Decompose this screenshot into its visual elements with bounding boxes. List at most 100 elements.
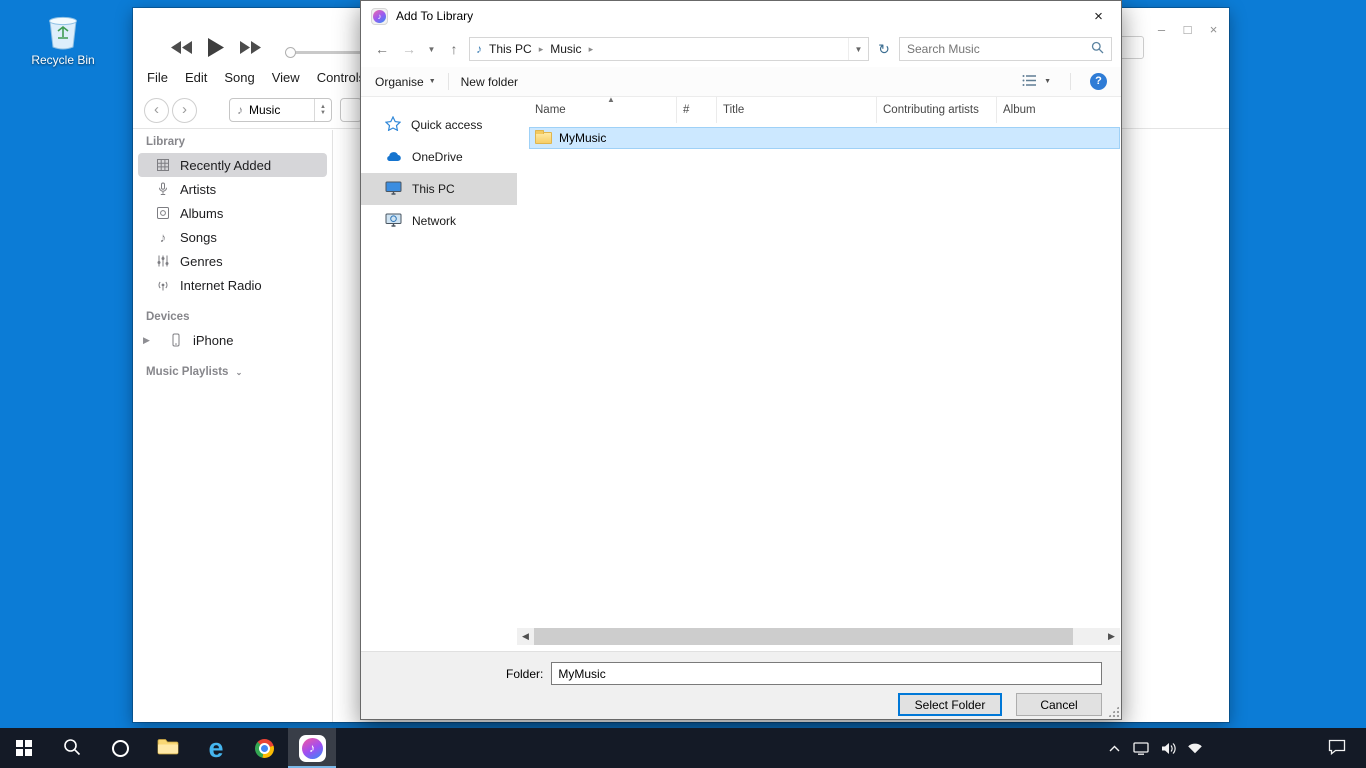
file-name: MyMusic (559, 131, 606, 145)
chevron-down-icon: ⌄ (236, 368, 243, 377)
sidebar-item-label: Internet Radio (180, 278, 262, 293)
select-folder-button[interactable]: Select Folder (898, 693, 1002, 716)
sidebar-item-label: iPhone (193, 333, 233, 348)
search-icon[interactable] (1091, 41, 1104, 57)
file-row-mymusic[interactable]: MyMusic (529, 127, 1120, 149)
menu-edit[interactable]: Edit (185, 70, 207, 85)
forward-button[interactable]: › (172, 98, 197, 123)
scrollbar-track[interactable] (534, 628, 1103, 645)
maximize-icon[interactable]: □ (1180, 22, 1195, 37)
cancel-button[interactable]: Cancel (1016, 693, 1102, 716)
sidebar-item-songs[interactable]: ♪ Songs (138, 225, 327, 249)
media-kind-select[interactable]: ♪ Music ▲▼ (229, 98, 332, 122)
nav-item-network[interactable]: Network (361, 205, 517, 237)
music-playlists-header[interactable]: Music Playlists ⌄ (146, 366, 332, 378)
menu-song[interactable]: Song (224, 70, 254, 85)
previous-button[interactable] (171, 41, 192, 57)
sidebar-item-albums[interactable]: Albums (138, 201, 327, 225)
start-button[interactable] (0, 728, 48, 768)
scrollbar-thumb[interactable] (534, 628, 1073, 645)
sidebar-item-internet-radio[interactable]: Internet Radio (138, 273, 327, 297)
nav-item-label: This PC (412, 182, 455, 196)
cortana-button[interactable] (96, 728, 144, 768)
history-chevron-icon[interactable]: ▼ (424, 45, 439, 54)
address-dropdown-icon[interactable]: ▼ (848, 38, 868, 60)
refresh-icon[interactable]: ↻ (872, 41, 896, 58)
sliders-icon (155, 254, 171, 268)
view-dropdown-icon[interactable]: ▼ (1044, 78, 1051, 85)
address-bar[interactable]: ♪ This PC ▸ Music ▸ ▼ (469, 37, 869, 61)
file-explorer-button[interactable] (144, 728, 192, 768)
breadcrumb-separator-icon[interactable]: ▸ (539, 44, 544, 55)
dialog-command-bar: Organise ▼ New folder ▼ ? (361, 67, 1121, 97)
nav-item-this-pc[interactable]: This PC (361, 173, 517, 205)
breadcrumb-this-pc[interactable]: This PC (489, 42, 532, 56)
sidebar-item-label: Songs (180, 230, 217, 245)
menu-controls[interactable]: Controls (317, 70, 365, 85)
devices-header: Devices (146, 311, 332, 323)
add-to-library-dialog: ♪ Add To Library × ← → ▼ ↑ ♪ This PC ▸ M… (360, 0, 1122, 720)
taskbar-search-button[interactable] (48, 728, 96, 768)
next-button[interactable] (240, 41, 261, 57)
column-contributing-artists[interactable]: Contributing artists (877, 97, 997, 123)
dialog-titlebar[interactable]: ♪ Add To Library × (361, 1, 1121, 31)
action-center-button[interactable] (1328, 728, 1346, 768)
select-spinner-icon[interactable]: ▲▼ (314, 99, 331, 121)
menu-file[interactable]: File (147, 70, 168, 85)
scroll-right-icon[interactable]: ▶ (1103, 628, 1120, 645)
chrome-button[interactable] (240, 728, 288, 768)
itunes-taskbar-button[interactable]: ♪ (288, 728, 336, 768)
column-album[interactable]: Album (997, 97, 1121, 123)
help-icon[interactable]: ? (1090, 73, 1107, 90)
volume-slider[interactable] (287, 51, 363, 54)
back-arrow-icon[interactable]: ← (370, 41, 394, 57)
folder-name-input[interactable] (551, 662, 1102, 685)
close-icon[interactable]: × (1076, 1, 1121, 31)
dialog-body: Quick access OneDrive This PC (361, 97, 1121, 651)
details-view-icon[interactable] (1022, 74, 1037, 90)
library-header: Library (146, 136, 332, 148)
file-explorer-icon (157, 738, 179, 758)
sidebar-item-iphone[interactable]: ▶ iPhone (138, 328, 327, 352)
up-arrow-icon[interactable]: ↑ (442, 41, 466, 57)
wifi-icon[interactable] (1187, 742, 1203, 754)
show-hidden-icons-chevron[interactable] (1106, 745, 1122, 752)
edge-button[interactable]: e (192, 728, 240, 768)
scroll-left-icon[interactable]: ◀ (517, 628, 534, 645)
dialog-footer: Folder: Select Folder Cancel (361, 651, 1121, 719)
volume-knob[interactable] (285, 47, 296, 58)
pc-status-icon[interactable] (1133, 742, 1149, 755)
nav-item-quick-access[interactable]: Quick access (361, 109, 517, 141)
close-icon[interactable]: × (1206, 22, 1221, 37)
separator (448, 73, 449, 90)
back-button[interactable]: ‹ (144, 98, 169, 123)
sidebar-item-label: Albums (180, 206, 223, 221)
system-tray (1106, 728, 1203, 768)
forward-arrow-icon[interactable]: → (397, 41, 421, 57)
new-folder-button[interactable]: New folder (461, 75, 518, 89)
volume-icon[interactable] (1160, 742, 1176, 755)
search-input[interactable] (907, 42, 1091, 56)
music-note-icon: ♪ (155, 230, 171, 245)
disclosure-caret-icon[interactable]: ▶ (143, 335, 150, 346)
windows-logo-icon (16, 740, 32, 756)
column-name[interactable]: Name (529, 97, 677, 123)
sidebar-item-genres[interactable]: Genres (138, 249, 327, 273)
nav-item-onedrive[interactable]: OneDrive (361, 141, 517, 173)
minimize-icon[interactable]: – (1154, 22, 1169, 37)
menu-view[interactable]: View (272, 70, 300, 85)
column-number[interactable]: # (677, 97, 717, 123)
sidebar-item-recently-added[interactable]: Recently Added (138, 153, 327, 177)
resize-grip[interactable] (1108, 706, 1119, 717)
sidebar-item-artists[interactable]: Artists (138, 177, 327, 201)
recycle-bin-shortcut[interactable]: Recycle Bin (26, 11, 100, 67)
breadcrumb-separator-icon[interactable]: ▸ (589, 44, 594, 55)
play-button[interactable] (208, 38, 224, 60)
search-box (899, 37, 1112, 61)
breadcrumb-music[interactable]: Music (550, 42, 581, 56)
column-title[interactable]: Title (717, 97, 877, 123)
view-toggle-button[interactable] (340, 98, 362, 122)
itunes-icon: ♪ (299, 735, 326, 762)
nav-item-label: Quick access (411, 118, 482, 132)
organise-button[interactable]: Organise ▼ (375, 75, 436, 89)
